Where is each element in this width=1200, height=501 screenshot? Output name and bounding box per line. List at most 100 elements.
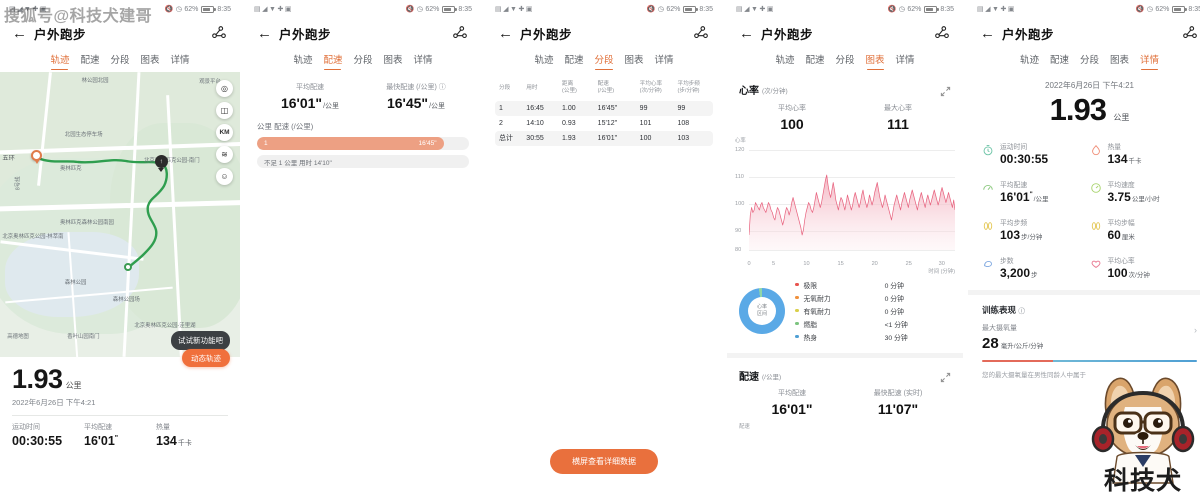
training-performance[interactable]: 训练表现 ⓘ › 最大摄氧量 28 毫升/公斤/分钟 您的最大摄氧量在男性同龄人中… <box>968 295 1200 379</box>
tab-charts[interactable]: 图表 <box>141 52 160 70</box>
y-axis-label: 心率 <box>735 138 746 144</box>
map-style-icon[interactable]: ◫ <box>216 102 233 119</box>
metric-value: 60 <box>1107 228 1121 242</box>
tab-charts[interactable]: 图表 <box>866 52 885 70</box>
tab-charts[interactable]: 图表 <box>1110 52 1129 70</box>
tab-details[interactable]: 详情 <box>1140 52 1159 70</box>
route-map[interactable]: 林公园北园 观景平台 北园生态停车场 五环 8号线 奥林匹克 北京奥林匹克公园-… <box>0 72 240 357</box>
alarm-icon: ◷ <box>175 5 182 13</box>
km-toggle-button[interactable]: KM <box>216 124 233 141</box>
tab-details[interactable]: 详情 <box>171 52 190 70</box>
mute-icon: 🔇 <box>646 5 656 13</box>
battery-percent: 62% <box>907 5 922 13</box>
vo2max-scale-bar <box>982 360 1197 362</box>
cell-duration: 14:10 <box>526 119 544 127</box>
steps-icon <box>982 257 994 269</box>
tab-bar-pace[interactable]: 轨迹 配速 分段 图表 详情 <box>245 48 481 72</box>
zone-name: 极限 <box>803 282 818 290</box>
tab-bar-segments[interactable]: 轨迹 配速 分段 图表 详情 <box>486 48 722 72</box>
avg-hr-block: 平均心率 100 <box>739 103 845 132</box>
tab-details[interactable]: 详情 <box>655 52 674 70</box>
info-icon[interactable]: ⓘ <box>439 84 446 91</box>
tab-pace[interactable]: 配速 <box>80 52 99 70</box>
pace-bar-value: 16'45" <box>418 140 437 147</box>
tab-segments[interactable]: 分段 <box>1080 52 1099 70</box>
tab-bar-track[interactable]: 轨迹 配速 分段 图表 详情 <box>0 48 240 72</box>
tab-segments[interactable]: 分段 <box>110 52 129 70</box>
locate-icon[interactable]: ◎ <box>216 80 233 97</box>
tab-track[interactable]: 轨迹 <box>293 52 312 70</box>
tab-charts[interactable]: 图表 <box>625 52 644 70</box>
tab-charts[interactable]: 图表 <box>384 52 403 70</box>
share-icon[interactable] <box>692 24 710 42</box>
x-axis-label: 时间 (分钟) <box>928 269 955 275</box>
metric-unit: 步 <box>1031 272 1038 279</box>
cell-pace: 16'01" <box>597 134 618 142</box>
y-tick: 120 <box>735 147 745 153</box>
layers-icon[interactable]: ≋ <box>216 146 233 163</box>
info-icon[interactable]: ⓘ <box>1018 308 1025 315</box>
tab-pace[interactable]: 配速 <box>323 52 342 70</box>
tab-segments[interactable]: 分段 <box>594 52 614 70</box>
tab-segments[interactable]: 分段 <box>835 52 854 70</box>
pace-bar-km: 1 <box>264 140 268 147</box>
back-arrow-icon[interactable]: ← <box>257 26 273 41</box>
back-arrow-icon[interactable]: ← <box>498 26 514 41</box>
table-row: 2 14:10 0.93 15'12" 101 108 <box>495 116 713 131</box>
zone-color-dot <box>795 321 799 326</box>
tab-bar-details[interactable]: 轨迹 配速 分段 图表 详情 <box>968 48 1200 72</box>
tab-track[interactable]: 轨迹 <box>534 52 553 70</box>
pace-bar-note: 不足 1 公里 用时 14'10" <box>264 159 332 167</box>
share-icon[interactable] <box>1181 24 1199 42</box>
watermark-top: 搜狐号@科技犬建哥 <box>4 8 153 25</box>
panel-pace: ▤ ◢ ▼ ✚ ▣ 🔇 ◷ 62% 8:35 ← 户外跑步 轨迹 配速 分段 图… <box>245 0 481 501</box>
share-icon[interactable] <box>933 24 951 42</box>
back-arrow-icon[interactable]: ← <box>739 26 755 41</box>
metric-value: 103 <box>1000 228 1021 242</box>
pace-chart-title: 配速 <box>739 372 759 383</box>
tab-details[interactable]: 详情 <box>896 52 915 70</box>
tab-pace[interactable]: 配速 <box>1050 52 1069 70</box>
zone-legend: 极限 0 分钟 无氧耐力 0 分钟 有氧耐力 0 分钟 燃脂 <1 分钟 热身 … <box>795 278 951 343</box>
tab-track[interactable]: 轨迹 <box>775 52 794 70</box>
tab-segments[interactable]: 分段 <box>353 52 372 70</box>
chevron-right-icon[interactable]: › <box>1194 325 1197 335</box>
landscape-detail-button[interactable]: 横屏查看详细数据 <box>550 449 658 474</box>
share-icon[interactable] <box>451 24 469 42</box>
max-pace-label: 最快配速 (/公里) <box>386 84 437 91</box>
battery-icon <box>442 5 457 13</box>
stat-label: 运动时间 <box>12 424 40 431</box>
back-arrow-icon[interactable]: ← <box>12 26 28 41</box>
th-duration: 用时 <box>526 84 538 91</box>
back-arrow-icon[interactable]: ← <box>980 26 996 41</box>
bluetooth-icon: ✚ <box>759 5 765 13</box>
tab-pace[interactable]: 配速 <box>564 52 583 70</box>
new-feature-tooltip: 试试新功能吧 <box>171 331 230 350</box>
tab-details[interactable]: 详情 <box>414 52 433 70</box>
tab-track[interactable]: 轨迹 <box>50 52 69 70</box>
metric-unit: 千卡 <box>1128 158 1142 165</box>
training-title-text: 训练表现 <box>982 305 1017 315</box>
detail-metrics-grid: 运动时间 00:30:55 热量 134千卡 平均配速 16'01"/公里 平均… <box>968 137 1200 290</box>
speed-icon <box>1090 181 1102 193</box>
metric-unit: 厘米 <box>1121 234 1135 241</box>
tab-bar-charts[interactable]: 轨迹 配速 分段 图表 详情 <box>727 48 963 72</box>
zone-value: 0 分钟 <box>884 295 904 303</box>
metric-unit: /公里 <box>1033 196 1049 203</box>
dynamic-track-button[interactable]: 动态轨迹 <box>182 349 230 367</box>
max-hr-value: 111 <box>887 116 909 132</box>
distance-value: 1.93 <box>12 364 63 394</box>
mute-icon: 🔇 <box>1135 5 1145 13</box>
tab-track[interactable]: 轨迹 <box>1020 52 1039 70</box>
tab-pace[interactable]: 配速 <box>805 52 824 70</box>
expand-icon[interactable] <box>940 84 951 97</box>
cell-avg-cadence: 103 <box>677 134 690 142</box>
detail-distance-value: 1.93 <box>1049 92 1107 127</box>
person-icon[interactable]: ☺ <box>216 168 233 185</box>
pace-chart-axis-label: 配速 <box>739 424 750 430</box>
metric-unit: 公里/小时 <box>1131 196 1160 203</box>
expand-icon[interactable] <box>940 370 951 383</box>
pace-bar-fill: 1 16'45" <box>257 137 444 150</box>
share-icon[interactable] <box>210 24 228 42</box>
watermark-mascot-text: 科技犬 <box>1103 467 1183 495</box>
